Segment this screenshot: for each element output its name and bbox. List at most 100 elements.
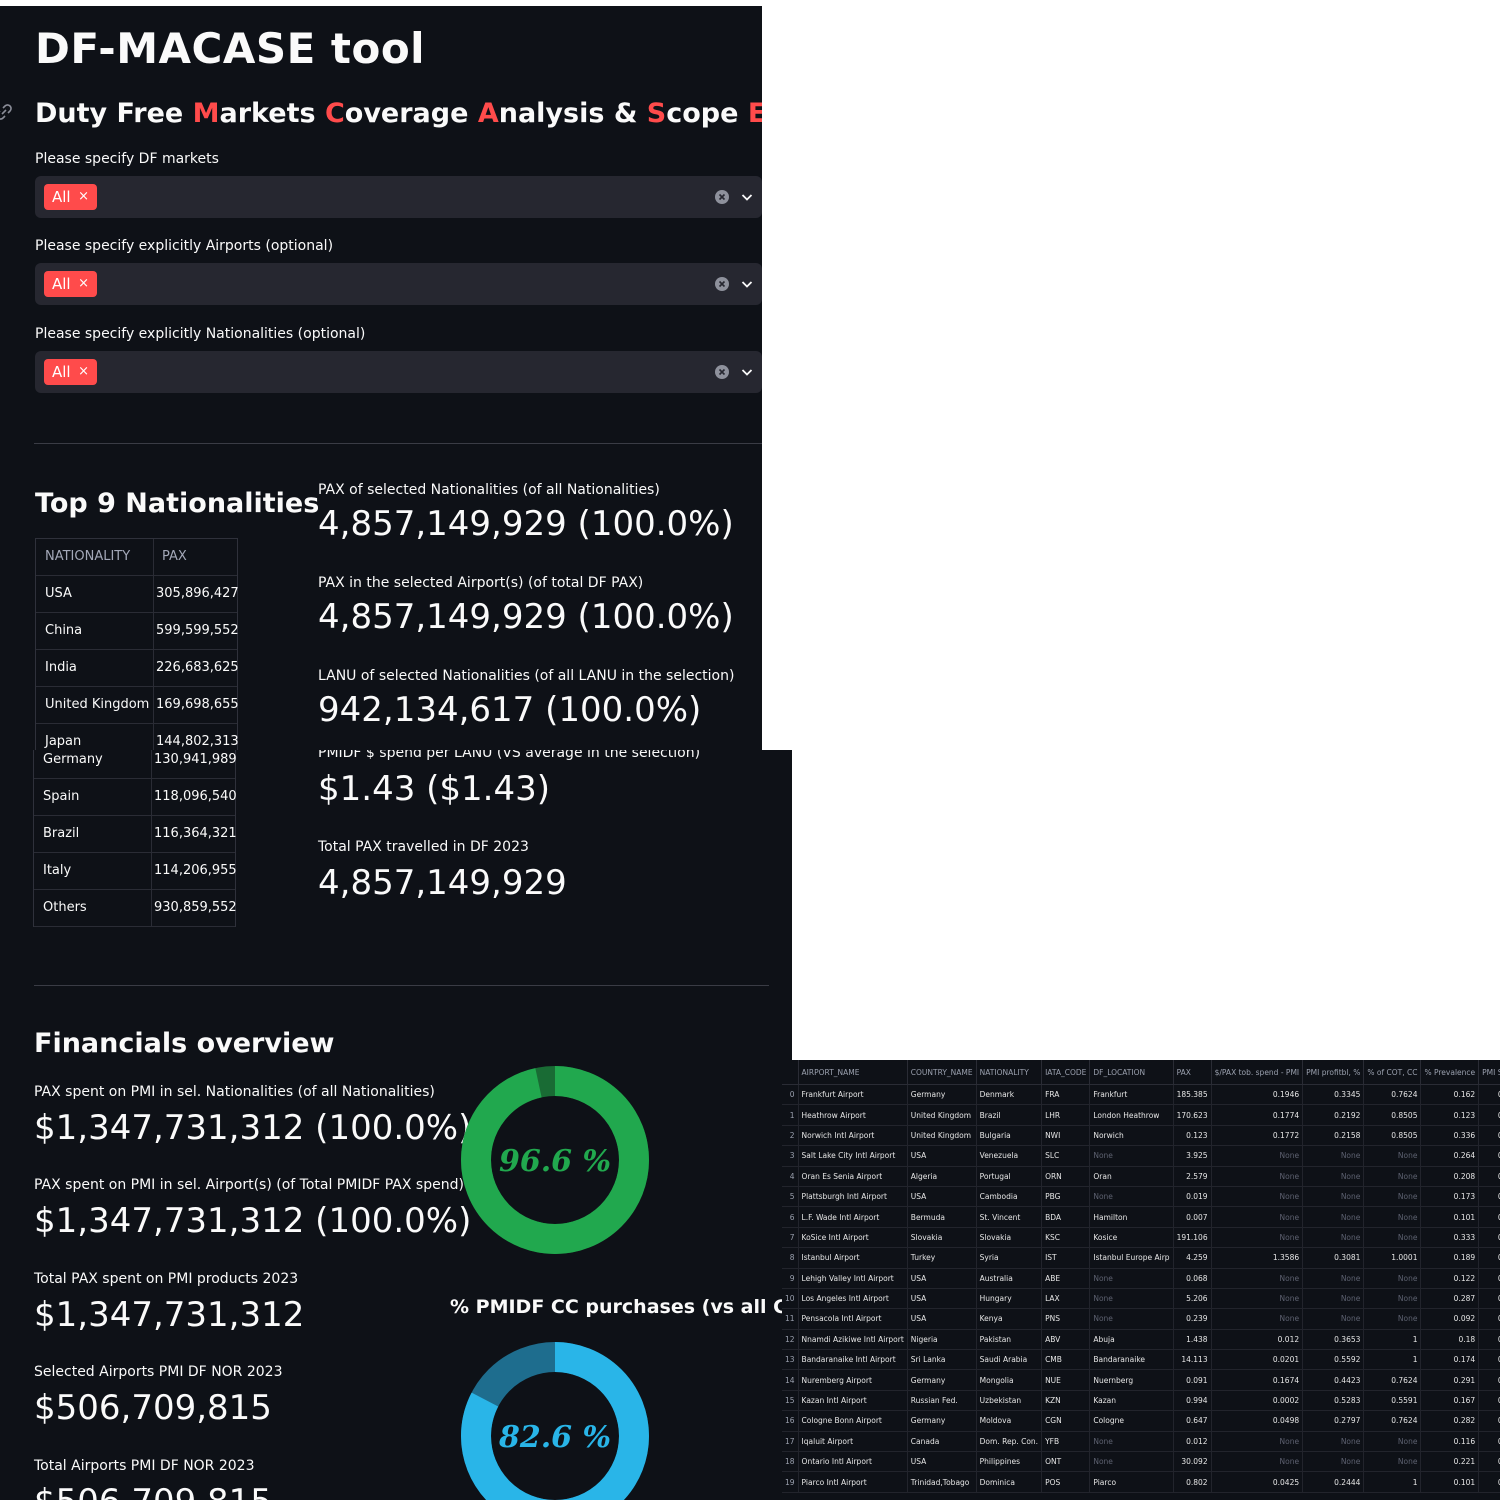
selected-chip[interactable]: All ×	[44, 359, 97, 385]
column-header[interactable]: PMI SoB, %	[1478, 1060, 1500, 1085]
table-cell[interactable]: Cologne	[1089, 1410, 1174, 1432]
column-header[interactable]: PAX	[1173, 1060, 1212, 1085]
table-cell[interactable]: 0.1772	[1211, 1125, 1304, 1147]
table-cell[interactable]: USA	[907, 1451, 977, 1473]
table-row[interactable]: 19 Piarco Intl Airport Trinidad,Tobago Domi…	[782, 1471, 1500, 1493]
column-header[interactable]	[782, 1060, 799, 1085]
table-cell[interactable]: 185.385	[1173, 1084, 1212, 1106]
table-cell[interactable]: None	[1363, 1431, 1422, 1453]
table-cell[interactable]: Istanbul Europe Airp	[1089, 1247, 1174, 1269]
table-cell[interactable]: 0.3296	[1478, 1431, 1500, 1453]
column-header[interactable]: NATIONALITY	[45, 539, 130, 575]
table-cell[interactable]: 1.3586	[1211, 1247, 1304, 1269]
table-cell[interactable]: None	[1302, 1166, 1365, 1187]
table-cell[interactable]: 0.9376	[1478, 1084, 1500, 1106]
table-row[interactable]: 15 Kazan Intl Airport Russian Fed. Uzbekist…	[782, 1390, 1500, 1412]
table-cell[interactable]: Cologne Bonn Airport	[798, 1410, 908, 1432]
chip-remove-icon[interactable]: ×	[78, 184, 89, 210]
table-cell[interactable]: None	[1363, 1288, 1422, 1310]
table-cell[interactable]: 0.101	[1420, 1471, 1480, 1493]
clear-all-icon[interactable]	[714, 189, 730, 205]
table-cell[interactable]: 0.3296	[1478, 1288, 1500, 1310]
table-cell[interactable]: 0.264	[1420, 1145, 1480, 1167]
table-cell[interactable]: Uzbekistan	[976, 1390, 1043, 1412]
table-cell[interactable]: PNS	[1041, 1308, 1091, 1330]
table-cell[interactable]: 0.091	[1173, 1369, 1212, 1391]
table-cell[interactable]: 0	[782, 1084, 799, 1106]
selected-chip[interactable]: All ×	[44, 271, 97, 297]
table-cell[interactable]: 0.0201	[1211, 1349, 1304, 1371]
table-cell[interactable]: KoSice Intl Airport	[798, 1227, 908, 1249]
table-row[interactable]: 4 Oran Es Senia Airport Algeria Portugal ORN…	[782, 1166, 1500, 1187]
table-cell[interactable]: 0.0922	[1478, 1125, 1500, 1147]
table-cell[interactable]: USA	[907, 1308, 977, 1330]
table-row[interactable]: 12 Nnamdi Azikiwe Intl Airport Nigeria Paki…	[782, 1329, 1500, 1351]
table-cell[interactable]: None	[1302, 1206, 1365, 1228]
table-cell[interactable]: Los Angeles Intl Airport	[798, 1288, 908, 1310]
table-cell[interactable]: None	[1302, 1145, 1365, 1167]
table-cell[interactable]: 10	[782, 1288, 799, 1310]
table-cell[interactable]: None	[1089, 1145, 1174, 1167]
table-cell[interactable]: None	[1211, 1186, 1304, 1208]
table-cell[interactable]: 0.2797	[1302, 1410, 1365, 1432]
table-cell[interactable]: 0.122	[1420, 1268, 1480, 1289]
table-cell[interactable]: Bulgaria	[976, 1125, 1043, 1147]
table-cell[interactable]: None	[1363, 1451, 1422, 1473]
chevron-down-icon[interactable]	[740, 190, 754, 204]
table-cell[interactable]: 0.4423	[1302, 1369, 1365, 1391]
table-cell[interactable]: None	[1211, 1268, 1304, 1289]
table-cell[interactable]: Dom. Rep. Con.	[976, 1431, 1043, 1453]
table-row[interactable]: 17 Iqaluit Airport Canada Dom. Rep. Con. YFB…	[782, 1431, 1500, 1453]
table-cell[interactable]: Salt Lake City Intl Airport	[798, 1145, 908, 1167]
table-cell[interactable]: 0.101	[1420, 1206, 1480, 1228]
table-cell[interactable]: Portugal	[976, 1166, 1043, 1187]
table-cell[interactable]: USA	[907, 1268, 977, 1289]
table-cell[interactable]: None	[1363, 1308, 1422, 1330]
table-cell[interactable]: 2	[782, 1125, 799, 1147]
table-cell[interactable]: Pensacola Intl Airport	[798, 1308, 908, 1330]
table-cell[interactable]: Oran	[1089, 1166, 1174, 1187]
table-cell[interactable]: Piarco Intl Airport	[798, 1471, 908, 1493]
table-row[interactable]: 3 Salt Lake City Intl Airport USA Venezuela…	[782, 1145, 1500, 1167]
table-cell[interactable]: 0.1774	[1211, 1104, 1304, 1126]
table-row[interactable]: 16 Cologne Bonn Airport Germany Moldova CGN C…	[782, 1410, 1500, 1432]
table-cell[interactable]: 0.2183	[1478, 1104, 1500, 1126]
table-cell[interactable]: 14.113	[1173, 1349, 1212, 1371]
table-cell[interactable]: Canada	[907, 1431, 977, 1453]
table-cell[interactable]: ORN	[1041, 1166, 1091, 1187]
table-cell[interactable]: 12	[782, 1329, 799, 1351]
table-cell[interactable]: 0.3296	[1478, 1308, 1500, 1330]
table-cell[interactable]: 1	[1363, 1329, 1422, 1351]
table-cell[interactable]: Kenya	[976, 1308, 1043, 1330]
table-cell[interactable]: Germany	[907, 1369, 977, 1391]
table-cell[interactable]: 0.3296	[1478, 1390, 1500, 1412]
table-cell[interactable]: 0.287	[1420, 1288, 1480, 1310]
table-cell[interactable]: 0.012	[1211, 1329, 1304, 1351]
table-cell[interactable]: 170.623	[1173, 1104, 1212, 1126]
filter-multiselect[interactable]: All ×	[35, 351, 762, 393]
table-row[interactable]: 18 Ontario Intl Airport USA Philippines ONT N…	[782, 1451, 1500, 1473]
table-cell[interactable]: 0.3296	[1478, 1471, 1500, 1493]
table-row[interactable]: 9 Lehigh Valley Intl Airport USA Australia A…	[782, 1268, 1500, 1289]
table-cell[interactable]: Istanbul Airport	[798, 1247, 908, 1269]
table-cell[interactable]: 1	[1363, 1471, 1422, 1493]
table-cell[interactable]: United Kingdom	[907, 1104, 977, 1126]
table-cell[interactable]: 0.5203	[1478, 1329, 1500, 1351]
table-cell[interactable]: FRA	[1041, 1084, 1091, 1106]
table-cell[interactable]: Abuja	[1089, 1329, 1174, 1351]
table-cell[interactable]: Syria	[976, 1247, 1043, 1269]
table-cell[interactable]: United Kingdom	[907, 1125, 977, 1147]
column-header[interactable]: $/PAX tob. spend - PMI	[1211, 1060, 1304, 1085]
table-cell[interactable]: None	[1302, 1308, 1365, 1330]
table-cell[interactable]: Piarco	[1089, 1471, 1174, 1493]
table-cell[interactable]: 3	[782, 1145, 799, 1167]
table-cell[interactable]: 0.2192	[1302, 1104, 1365, 1126]
table-cell[interactable]: SLC	[1041, 1145, 1091, 1167]
column-header[interactable]: DF_LOCATION	[1089, 1060, 1174, 1085]
table-cell[interactable]: PBG	[1041, 1186, 1091, 1208]
table-cell[interactable]: None	[1302, 1288, 1365, 1310]
table-cell[interactable]: 0.1674	[1211, 1369, 1304, 1391]
table-cell[interactable]: None	[1211, 1206, 1304, 1228]
table-cell[interactable]: Venezuela	[976, 1145, 1043, 1167]
table-cell[interactable]: 0.1946	[1211, 1084, 1304, 1106]
